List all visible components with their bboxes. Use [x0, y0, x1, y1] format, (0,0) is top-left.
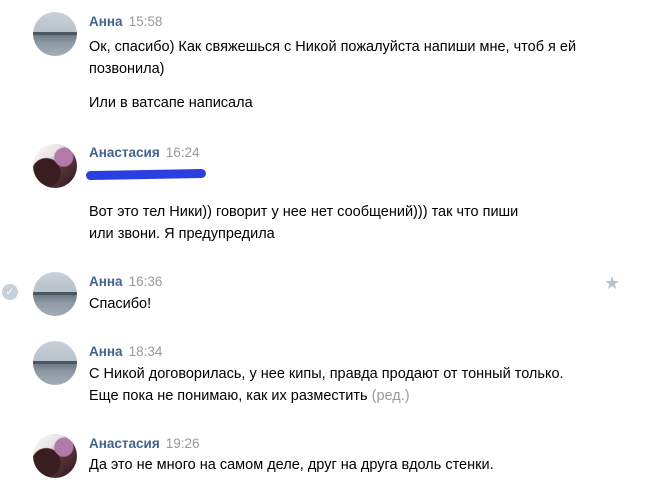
message-text: Спасибо! [89, 293, 609, 315]
avatar[interactable] [33, 144, 77, 188]
message-time[interactable]: 19:26 [166, 436, 200, 451]
message-text: Вот это тел Ники)) говорит у нее нет соо… [89, 201, 609, 245]
avatar[interactable] [33, 434, 77, 478]
redaction-scribble [85, 168, 207, 181]
message-text: Ок, спасибо) Как свяжешься с Никой пожал… [89, 36, 609, 114]
message-line: Вот это тел Ники)) говорит у нее нет соо… [89, 204, 519, 242]
message-text: Да это не много на самом деле, друг на д… [89, 454, 609, 476]
message-line: Спасибо! [89, 296, 152, 312]
avatar[interactable] [33, 272, 77, 316]
message-line: С Никой договорилась, у нее кипы, правда… [89, 366, 564, 404]
star-icon[interactable]: ★ [604, 274, 620, 292]
message-time[interactable]: 15:58 [129, 14, 163, 29]
author-name[interactable]: Анна [89, 344, 123, 359]
message-line: Или в ватсапе написала [89, 95, 253, 111]
message-text: С Никой договорилась, у нее кипы, правда… [89, 363, 609, 407]
message-line: Ок, спасибо) Как свяжешься с Никой пожал… [89, 39, 577, 77]
message-line: Да это не много на самом деле, друг на д… [89, 457, 494, 473]
avatar[interactable] [33, 12, 77, 56]
author-name[interactable]: Анастасия [89, 436, 160, 451]
message-time[interactable]: 16:36 [129, 274, 163, 289]
message-time[interactable]: 18:34 [129, 344, 163, 359]
author-name[interactable]: Анна [89, 14, 123, 29]
author-name[interactable]: Анастасия [89, 145, 160, 160]
check-circle-icon[interactable]: ✓ [2, 284, 18, 300]
message-time[interactable]: 16:24 [166, 145, 200, 160]
edited-label[interactable]: (ред.) [372, 388, 410, 404]
avatar[interactable] [33, 341, 77, 385]
author-name[interactable]: Анна [89, 274, 123, 289]
